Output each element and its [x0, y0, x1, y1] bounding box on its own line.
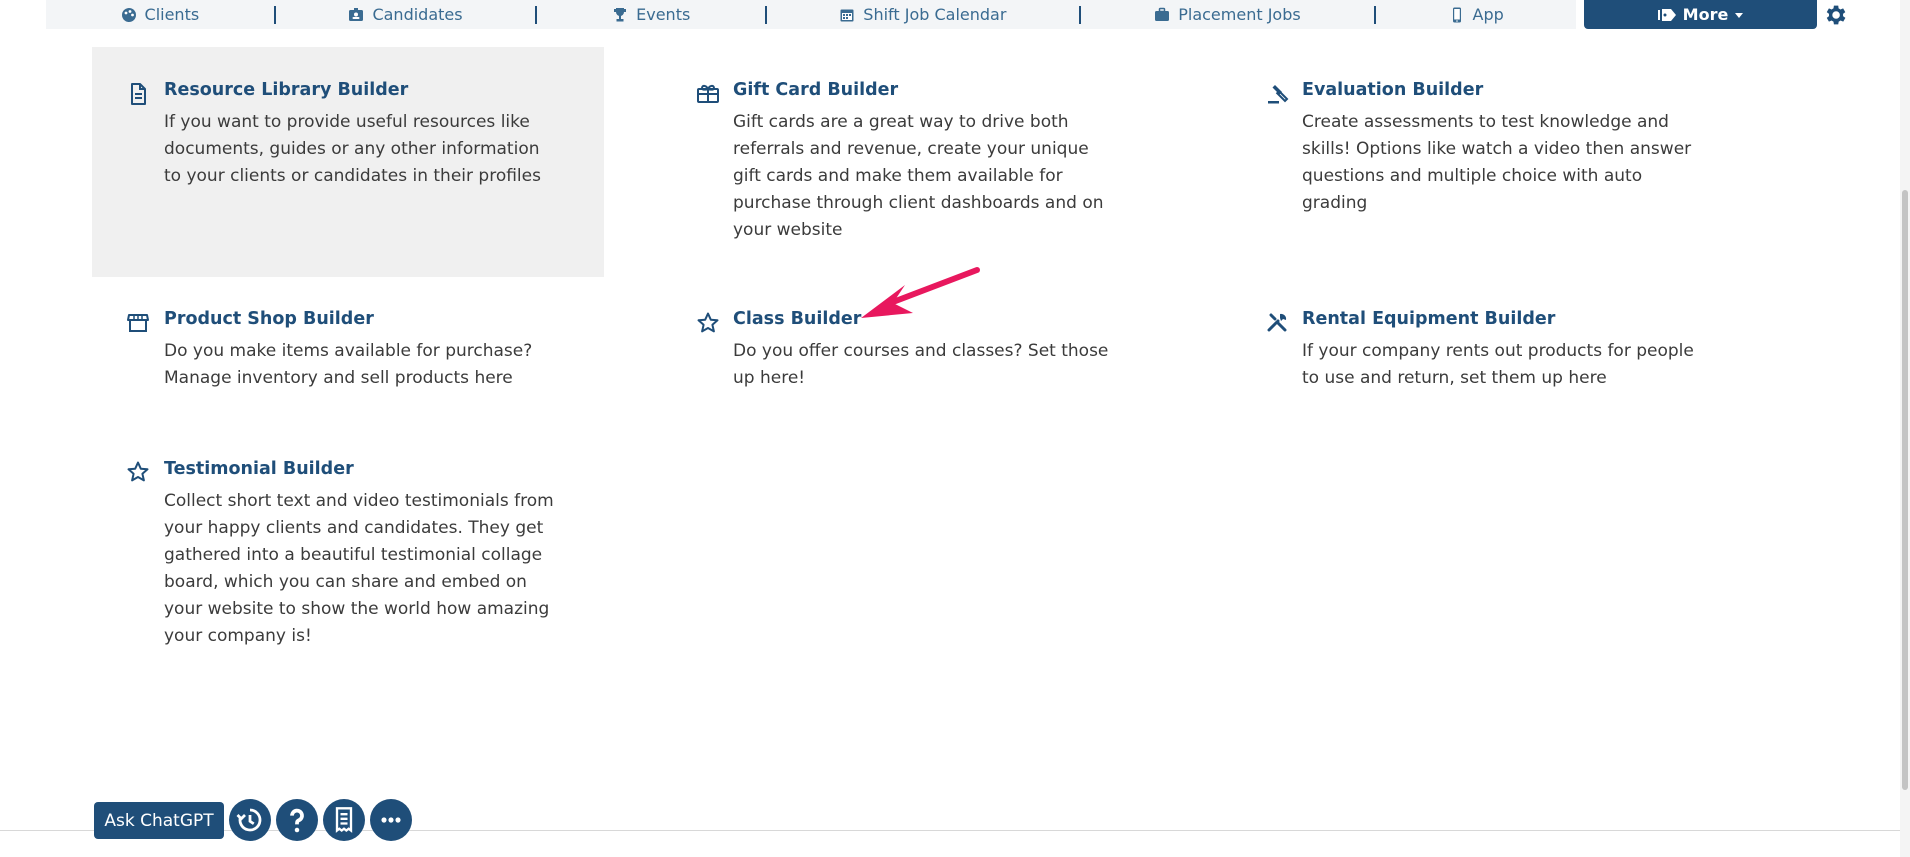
mobile-icon — [1452, 7, 1461, 22]
more-menu-button[interactable]: More — [1584, 0, 1817, 29]
nav-label: App — [1472, 5, 1504, 24]
card-description: Do you make items available for purchase… — [164, 341, 533, 388]
card-gift-card[interactable]: Gift Card Builder Gift cards are a great… — [692, 47, 1132, 277]
gear-icon[interactable] — [1822, 2, 1848, 28]
card-title[interactable]: Testimonial Builder — [164, 459, 354, 479]
card-description: If your company rents out products for p… — [1302, 341, 1694, 388]
more-options-button[interactable] — [370, 799, 412, 841]
card-description: Collect short text and video testimonial… — [164, 491, 554, 646]
nav-item-events[interactable]: Events — [537, 0, 765, 29]
card-description: Do you offer courses and classes? Set th… — [733, 341, 1109, 388]
caret-down-icon — [1735, 12, 1744, 18]
card-title[interactable]: Resource Library Builder — [164, 80, 408, 100]
card-title[interactable]: Gift Card Builder — [733, 80, 898, 100]
nav-label: Clients — [144, 5, 200, 24]
card-resource-library[interactable]: Resource Library Builder If you want to … — [92, 47, 604, 277]
nav-item-clients[interactable]: Clients — [46, 0, 274, 29]
scrollbar-thumb[interactable] — [1902, 190, 1908, 790]
trophy-icon — [614, 7, 627, 21]
more-label: More — [1682, 5, 1729, 24]
gavel-icon — [1268, 85, 1289, 104]
id-card-icon — [349, 7, 364, 21]
nav-item-app[interactable]: App — [1376, 0, 1576, 29]
card-evaluation[interactable]: Evaluation Builder Create assessments to… — [1262, 47, 1702, 277]
nav-label: Shift Job Calendar — [863, 5, 1007, 24]
nav-label: Events — [636, 5, 691, 24]
history-icon — [236, 808, 262, 832]
help-button[interactable] — [276, 799, 318, 841]
nav-item-shift-job-calendar[interactable]: Shift Job Calendar — [767, 0, 1079, 29]
card-description: If you want to provide useful resources … — [164, 112, 541, 186]
ask-chatgpt-button[interactable]: Ask ChatGPT — [94, 802, 224, 839]
card-description: Create assessments to test knowledge and… — [1302, 112, 1692, 213]
receipt-button[interactable] — [323, 799, 365, 841]
more-dots-icon — [381, 817, 401, 823]
star-outline-icon — [697, 312, 719, 333]
annotation-arrow — [861, 267, 980, 318]
card-rental-equipment[interactable]: Rental Equipment Builder If your company… — [1262, 295, 1702, 415]
nav-label: Candidates — [372, 5, 463, 24]
card-title[interactable]: Product Shop Builder — [164, 309, 374, 329]
nav-item-placement-jobs[interactable]: Placement Jobs — [1081, 0, 1375, 29]
card-testimonial[interactable]: Testimonial Builder Collect short text a… — [92, 445, 604, 655]
receipt-icon — [335, 807, 353, 833]
calendar-icon — [840, 9, 854, 21]
nav-label: Placement Jobs — [1178, 5, 1301, 24]
card-title[interactable]: Evaluation Builder — [1302, 80, 1483, 100]
card-title[interactable]: Class Builder — [733, 309, 861, 329]
palette-icon — [121, 7, 136, 22]
tags-icon — [1657, 8, 1676, 21]
star-outline-icon — [127, 461, 149, 482]
help-icon — [290, 808, 304, 833]
card-title[interactable]: Rental Equipment Builder — [1302, 309, 1555, 329]
briefcase-icon — [1155, 7, 1170, 21]
top-nav: Clients Candidates Events Shift Job Cale… — [46, 0, 1576, 29]
history-button[interactable] — [229, 799, 271, 841]
nav-item-candidates[interactable]: Candidates — [276, 0, 536, 29]
tools-icon — [1267, 313, 1287, 332]
document-icon — [131, 83, 146, 105]
card-product-shop[interactable]: Product Shop Builder Do you make items a… — [92, 295, 604, 415]
store-icon — [127, 314, 149, 332]
card-description: Gift cards are a great way to drive both… — [733, 112, 1104, 240]
gift-icon — [697, 84, 719, 103]
